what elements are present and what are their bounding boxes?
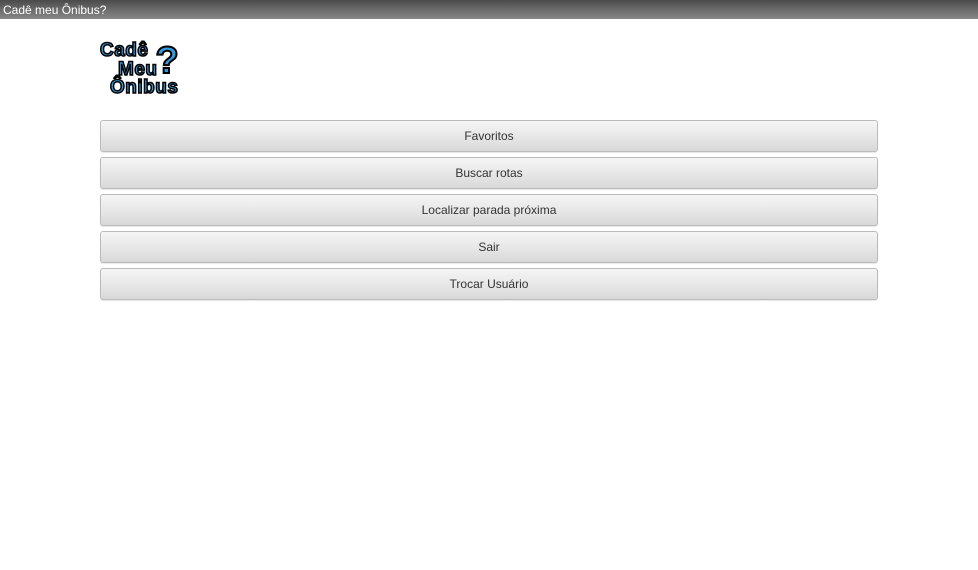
buscar-rotas-button[interactable]: Buscar rotas: [100, 157, 878, 189]
trocar-usuario-button[interactable]: Trocar Usuário: [100, 268, 878, 300]
logo-container: Cadê Meu ? Ônibus: [100, 19, 878, 120]
title-bar: Cadê meu Ônibus?: [0, 0, 978, 19]
app-logo: Cadê Meu ? Ônibus: [100, 41, 179, 98]
main-menu: Favoritos Buscar rotas Localizar parada …: [100, 120, 878, 300]
logo-word-onibus: Ônibus: [110, 78, 178, 97]
localizar-parada-button[interactable]: Localizar parada próxima: [100, 194, 878, 226]
favoritos-button[interactable]: Favoritos: [100, 120, 878, 152]
sair-button[interactable]: Sair: [100, 231, 878, 263]
app-title: Cadê meu Ônibus?: [3, 3, 106, 17]
logo-question-mark-icon: ?: [156, 42, 179, 80]
main-content: Cadê Meu ? Ônibus Favoritos Buscar rotas…: [0, 19, 978, 300]
